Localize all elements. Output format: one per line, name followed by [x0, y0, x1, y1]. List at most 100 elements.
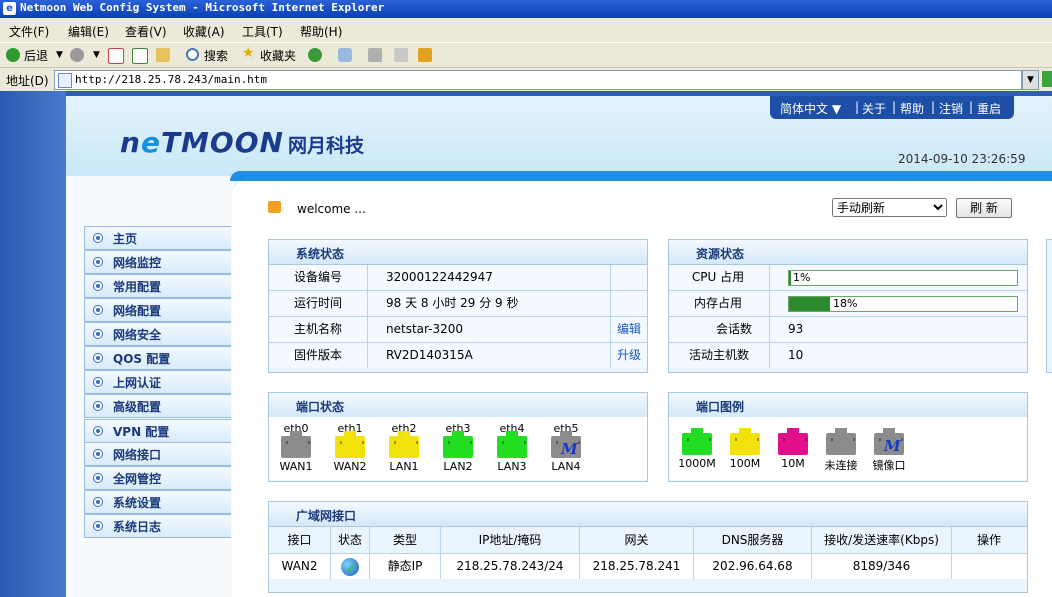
wan-status-cell: ✓ — [331, 554, 370, 579]
hostname-value: netstar-3200 — [386, 322, 464, 336]
resource-status-header: 资源状态 — [669, 240, 1027, 265]
sidebar-item-common-config[interactable]: 常用配置 — [84, 274, 231, 298]
legend-label: 镜像口 — [872, 459, 906, 472]
datetime: 2014-09-10 23:26:59 — [898, 152, 1026, 166]
sidebar-item-system-settings[interactable]: 系统设置 — [84, 490, 231, 514]
refresh-button[interactable]: 刷 新 — [956, 198, 1012, 218]
wan-gateway: 218.25.78.241 — [580, 554, 694, 579]
address-dropdown-icon[interactable]: ▼ — [1022, 70, 1039, 90]
col-status: 状态 — [331, 527, 370, 553]
about-link[interactable]: 关于 — [862, 100, 886, 117]
ie-icon: e — [3, 2, 16, 15]
print-icon[interactable] — [368, 48, 382, 62]
favorites-button[interactable]: 收藏夹 — [260, 47, 296, 64]
menu-view[interactable]: 查看(V) — [125, 23, 167, 40]
cell-divider — [610, 343, 611, 368]
topnav-sep: | — [855, 100, 860, 114]
connected-globe-icon: ✓ — [341, 557, 359, 577]
menu-tools[interactable]: 工具(T) — [242, 23, 283, 40]
refresh-mode-select[interactable]: 手动刷新 — [832, 198, 947, 217]
sessions-label: 会话数 — [715, 322, 752, 336]
refresh-icon[interactable] — [132, 48, 148, 64]
port-role: WAN1 — [279, 460, 313, 473]
table-row: 固件版本 RV2D140315A 升级 — [269, 343, 647, 368]
cell-divider — [610, 265, 611, 290]
menu-help[interactable]: 帮助(H) — [300, 23, 342, 40]
menu-favorites[interactable]: 收藏(A) — [183, 23, 225, 40]
header: neTMOON 网月科技 简体中文 ▼ | 关于 | 帮助 | 注销 | 重启 2… — [66, 96, 1052, 176]
back-icon[interactable] — [6, 48, 20, 62]
logout-link[interactable]: 注销 — [939, 100, 963, 117]
media-icon[interactable] — [308, 48, 322, 62]
netmoon-logo: neTMOON 网月科技 — [120, 126, 364, 159]
stop-icon[interactable] — [108, 48, 124, 64]
hostname-label: 主机名称 — [293, 322, 342, 336]
wan-iface: WAN2 — [269, 554, 331, 579]
logo-text-e: e — [140, 126, 161, 159]
forward-dropdown-icon[interactable]: ▼ — [93, 50, 100, 60]
mail-icon[interactable] — [338, 48, 352, 62]
go-button[interactable] — [1042, 71, 1052, 87]
search-button[interactable]: 搜索 — [204, 47, 228, 64]
messenger-icon[interactable] — [418, 48, 432, 62]
edit-hostname-link[interactable]: 编辑 — [617, 317, 641, 342]
sidebar-item-monitor[interactable]: 网络监控 — [84, 250, 231, 274]
right-panel-edge — [1046, 239, 1052, 373]
col-rate: 接收/发送速率(Kbps) — [812, 527, 952, 553]
firmware-value: RV2D140315A — [386, 348, 473, 362]
resource-status-title: 资源状态 — [696, 247, 745, 261]
language-select[interactable]: 简体中文 ▼ — [780, 100, 841, 117]
legend-mirror: M 镜像口 — [869, 428, 909, 473]
sidebar-item-auth[interactable]: 上网认证 — [84, 370, 231, 394]
back-dropdown-icon[interactable]: ▼ — [56, 50, 63, 60]
menu-bar: 文件(F) 编辑(E) 查看(V) 收藏(A) 工具(T) 帮助(H) — [0, 18, 1052, 43]
logo-text-tmoon: TMOON — [160, 126, 284, 159]
bullet-icon — [93, 473, 103, 483]
sidebar-item-qos[interactable]: QOS 配置 — [84, 346, 231, 370]
port-role: LAN2 — [443, 460, 473, 473]
sidebar-item-network-config[interactable]: 网络配置 — [84, 298, 231, 322]
sidebar-item-management[interactable]: 全网管控 — [84, 466, 231, 490]
col-gateway: 网关 — [580, 527, 694, 553]
sidebar-item-advanced[interactable]: 高级配置 — [84, 394, 231, 418]
reboot-link[interactable]: 重启 — [977, 100, 1001, 117]
legend-1000m: 1000M — [677, 428, 717, 470]
address-input[interactable]: http://218.25.78.243/main.htm — [54, 70, 1022, 90]
sidebar-item-system-log[interactable]: 系统日志 — [84, 514, 231, 538]
system-status-panel: 系统状态 设备编号 32000122442947 运行时间 98 天 8 小时 … — [268, 239, 648, 373]
home-icon[interactable] — [156, 48, 170, 62]
topnav-sep: | — [969, 100, 974, 114]
menu-file[interactable]: 文件(F) — [9, 23, 49, 40]
sidebar-item-home[interactable]: 主页 — [84, 226, 231, 250]
forward-icon[interactable] — [70, 48, 84, 62]
speaker-icon — [268, 201, 281, 213]
port-status-body: eth0 WAN1 eth1 WAN2 eth2 LAN1 eth3 LAN2 … — [269, 417, 647, 480]
sidebar-item-label: 高级配置 — [113, 400, 162, 414]
sidebar-item-label: 网络配置 — [113, 304, 162, 318]
bullet-icon — [93, 233, 103, 243]
top-nav: 简体中文 ▼ | 关于 | 帮助 | 注销 | 重启 — [770, 96, 1014, 119]
logo-chinese: 网月科技 — [287, 135, 364, 157]
bullet-icon — [93, 353, 103, 363]
sidebar-item-interfaces[interactable]: 网络接口 — [84, 442, 231, 466]
port-eth3: eth3 LAN2 — [438, 422, 478, 473]
back-button[interactable]: 后退 — [24, 47, 48, 64]
uptime-label: 运行时间 — [293, 296, 342, 310]
port-eth2: eth2 LAN1 — [384, 422, 424, 473]
sidebar-item-vpn[interactable]: VPN 配置 — [84, 419, 231, 443]
cell-divider — [610, 317, 611, 342]
sidebar-item-security[interactable]: 网络安全 — [84, 322, 231, 346]
legend-label: 100M — [729, 457, 761, 470]
port-legend-body: 1000M 100M 10M 未连接 M 镜像口 — [669, 417, 1027, 480]
port-role: LAN4 — [551, 460, 581, 473]
page-icon — [58, 73, 72, 88]
upgrade-firmware-link[interactable]: 升级 — [617, 343, 641, 368]
help-link[interactable]: 帮助 — [900, 100, 924, 117]
search-icon[interactable] — [186, 48, 199, 61]
bullet-icon — [93, 449, 103, 459]
address-label: 地址(D) — [6, 74, 49, 88]
menu-edit[interactable]: 编辑(E) — [68, 23, 109, 40]
favorites-icon[interactable]: ★ — [242, 45, 255, 61]
edit-icon[interactable] — [394, 48, 408, 62]
address-url[interactable]: http://218.25.78.243/main.htm — [75, 73, 267, 86]
